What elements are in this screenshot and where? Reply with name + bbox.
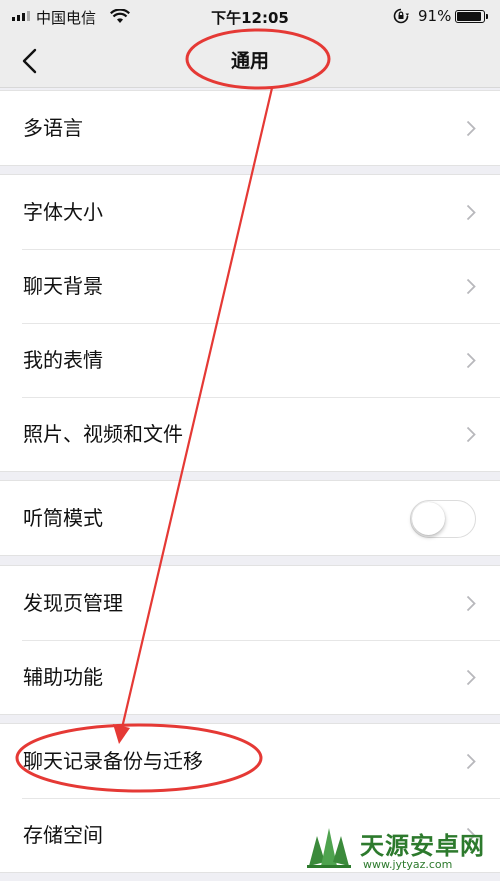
navigation-bar: 通用 [0,34,500,88]
settings-group-language: 多语言 [0,90,500,166]
settings-item-label: 存储空间 [23,823,103,847]
settings-item-accessibility[interactable]: 辅助功能 [0,640,500,714]
settings-group-discover: 发现页管理 辅助功能 [0,565,500,715]
watermark-title: 天源安卓网 [360,832,485,860]
settings-item-label: 多语言 [23,116,83,140]
settings-item-label: 照片、视频和文件 [23,422,183,446]
settings-item-label: 聊天背景 [23,274,103,298]
battery-percentage: 91% [418,7,452,25]
page-title: 通用 [230,50,269,72]
settings-item-my-stickers[interactable]: 我的表情 [0,323,500,397]
chevron-right-icon [466,595,476,612]
battery-tip [486,14,488,19]
earpiece-mode-toggle[interactable] [410,500,476,538]
chevron-right-icon [466,120,476,137]
android-logo-icon [307,828,351,868]
chevron-right-icon [466,669,476,686]
settings-item-label: 辅助功能 [23,665,103,689]
settings-item-chat-background[interactable]: 聊天背景 [0,249,500,323]
settings-group-display: 字体大小 聊天背景 我的表情 照片、视频和文件 [0,174,500,472]
chevron-right-icon [466,426,476,443]
settings-item-earpiece-mode: 听筒模式 [0,481,500,555]
settings-item-label: 字体大小 [23,200,103,224]
settings-item-chat-backup-migration[interactable]: 聊天记录备份与迁移 [0,724,500,798]
settings-group-earpiece: 听筒模式 [0,480,500,556]
settings-item-label: 我的表情 [23,348,103,372]
chevron-right-icon [466,204,476,221]
chevron-right-icon [466,352,476,369]
chevron-right-icon [466,753,476,770]
toggle-knob [412,502,445,535]
orientation-lock-icon [393,8,409,24]
settings-item-font-size[interactable]: 字体大小 [0,175,500,249]
settings-item-discover-management[interactable]: 发现页管理 [0,566,500,640]
battery-fill [457,12,481,21]
settings-item-photos-videos-files[interactable]: 照片、视频和文件 [0,397,500,471]
settings-item-label: 聊天记录备份与迁移 [23,749,203,773]
settings-item-language[interactable]: 多语言 [0,91,500,165]
settings-item-label: 发现页管理 [23,591,123,615]
watermark-url: www.jytyaz.com [363,858,453,871]
battery-icon [455,10,485,23]
watermark-logo: 天源安卓网 www.jytyaz.com [303,822,493,874]
chevron-right-icon [466,278,476,295]
status-bar: 中国电信 下午12:05 91% [0,0,500,34]
settings-item-label: 听筒模式 [23,506,103,530]
